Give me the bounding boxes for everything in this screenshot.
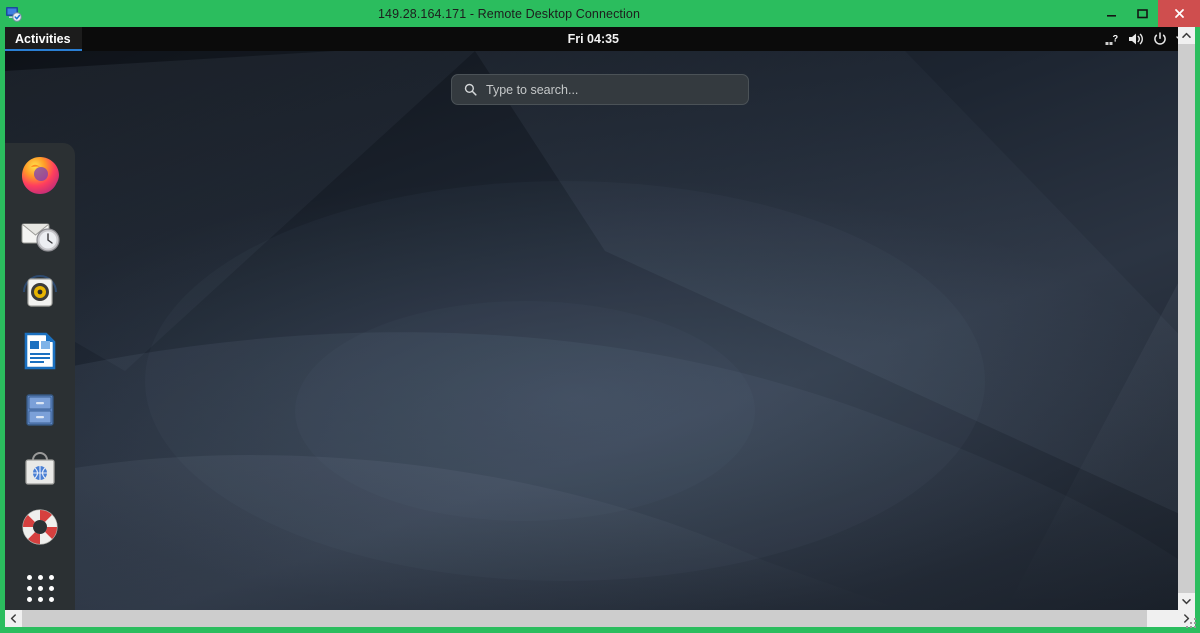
dash-item-rhythmbox[interactable] [16, 270, 64, 316]
close-button[interactable] [1158, 0, 1200, 27]
scroll-down-button[interactable] [1178, 593, 1195, 610]
clock-button[interactable]: Fri 04:35 [560, 32, 627, 46]
desktop-wallpaper [5, 51, 1195, 611]
window-title: 149.28.164.171 - Remote Desktop Connecti… [26, 7, 1096, 21]
volume-icon [1128, 32, 1144, 46]
maximize-button[interactable] [1127, 0, 1158, 27]
libreoffice-writer-icon [19, 330, 61, 372]
help-lifering-icon [19, 506, 61, 548]
rhythmbox-icon [19, 271, 61, 313]
network-unknown-icon: ? [1105, 33, 1119, 46]
dash-item-evolution[interactable] [16, 211, 64, 257]
power-icon [1153, 32, 1167, 46]
scroll-up-button[interactable] [1178, 27, 1195, 44]
firefox-icon [19, 154, 61, 196]
dash-item-firefox[interactable] [16, 152, 64, 198]
activities-button[interactable]: Activities [5, 27, 82, 51]
horizontal-scrollbar-track[interactable] [1147, 610, 1178, 627]
scroll-left-button[interactable] [5, 610, 22, 627]
activities-label: Activities [15, 32, 71, 46]
horizontal-scrollbar[interactable] [5, 610, 1195, 627]
dash-item-writer[interactable] [16, 328, 64, 374]
vertical-scrollbar[interactable] [1178, 27, 1195, 611]
minimize-button[interactable] [1096, 0, 1127, 27]
dash-item-files[interactable] [16, 387, 64, 433]
remote-desktop-icon [0, 0, 26, 27]
dash-item-help[interactable] [16, 505, 64, 551]
remote-session-viewport[interactable]: Activities Fri 04:35 ? [5, 27, 1195, 611]
dash-dock [5, 143, 75, 611]
dash-item-software[interactable] [16, 446, 64, 492]
files-cabinet-icon [19, 389, 61, 431]
resize-grip[interactable] [1182, 614, 1196, 628]
grid-dots-icon [27, 575, 54, 602]
remote-desktop-window: 149.28.164.171 - Remote Desktop Connecti… [0, 0, 1200, 633]
window-titlebar[interactable]: 149.28.164.171 - Remote Desktop Connecti… [0, 0, 1200, 27]
evolution-icon [19, 213, 61, 255]
software-bag-icon [19, 448, 61, 490]
horizontal-scrollbar-thumb[interactable] [22, 610, 1147, 627]
svg-text:?: ? [1113, 33, 1119, 43]
search-placeholder: Type to search... [486, 83, 578, 97]
gnome-top-bar: Activities Fri 04:35 ? [5, 27, 1195, 51]
show-applications-button[interactable] [16, 565, 64, 611]
window-bottom-border [0, 627, 1200, 633]
search-input[interactable]: Type to search... [451, 74, 749, 105]
search-icon [464, 83, 477, 96]
